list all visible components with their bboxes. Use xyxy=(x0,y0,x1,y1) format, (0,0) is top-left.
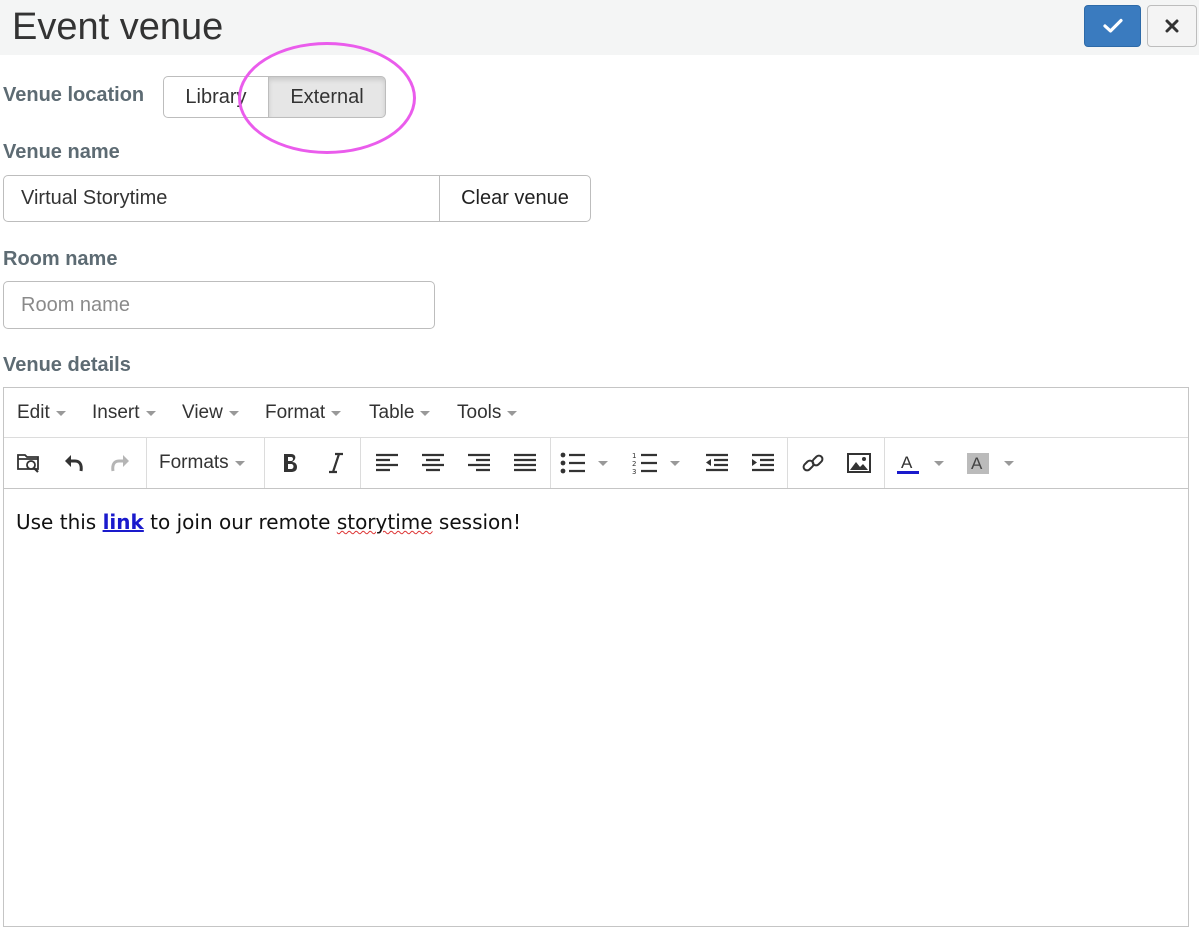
caret-down-icon xyxy=(507,410,518,416)
bullet-list-button[interactable] xyxy=(560,446,614,480)
numbered-list-button[interactable]: 1 2 3 xyxy=(632,446,686,480)
menu-view-label: View xyxy=(182,402,223,423)
check-icon xyxy=(1102,18,1123,33)
redo-button[interactable] xyxy=(105,446,135,480)
align-justify-icon xyxy=(514,453,536,472)
caret-down-icon xyxy=(234,460,245,466)
align-left-button[interactable] xyxy=(372,446,402,480)
bold-icon xyxy=(284,454,297,472)
venue-name-label: Venue name xyxy=(3,141,120,163)
align-center-button[interactable] xyxy=(418,446,448,480)
room-name-input[interactable] xyxy=(3,281,435,329)
misspelled-word: storytime xyxy=(336,510,433,534)
menu-table[interactable]: Table xyxy=(369,402,431,424)
svg-text:A: A xyxy=(971,454,983,473)
clear-venue-button[interactable]: Clear venue xyxy=(439,175,591,222)
editor-toolbar: Formats 1 2 3 A A xyxy=(4,438,1188,489)
undo-icon xyxy=(65,455,83,472)
indent-icon xyxy=(752,453,774,472)
numbered-list-icon: 1 2 3 xyxy=(632,452,657,474)
rich-text-editor: Edit Insert View Format Table Tools Form… xyxy=(3,387,1189,927)
background-color-button[interactable]: A xyxy=(966,446,1022,480)
formats-dropdown[interactable]: Formats xyxy=(159,446,254,480)
menu-edit[interactable]: Edit xyxy=(17,402,66,424)
toolbar-separator xyxy=(264,438,265,488)
toolbar-separator xyxy=(550,438,551,488)
indent-button[interactable] xyxy=(748,446,778,480)
outdent-icon xyxy=(706,453,728,472)
venue-location-label: Venue location xyxy=(3,84,145,106)
folder-search-icon xyxy=(17,454,39,473)
page-title: Event venue xyxy=(12,6,224,48)
menu-insert-label: Insert xyxy=(92,402,140,423)
venue-name-input[interactable] xyxy=(3,175,440,222)
content-link[interactable]: link xyxy=(103,510,144,534)
caret-down-icon xyxy=(331,410,342,416)
menu-insert[interactable]: Insert xyxy=(92,402,156,424)
menu-view[interactable]: View xyxy=(182,402,239,424)
save-button[interactable] xyxy=(1084,5,1141,47)
text-color-button[interactable]: A xyxy=(896,446,952,480)
caret-down-icon xyxy=(598,460,608,466)
menu-table-label: Table xyxy=(369,402,415,423)
insert-link-button[interactable] xyxy=(798,446,828,480)
caret-down-icon xyxy=(934,460,944,466)
outdent-button[interactable] xyxy=(702,446,732,480)
toolbar-separator xyxy=(146,438,147,488)
image-icon xyxy=(847,453,871,473)
caret-down-icon xyxy=(228,410,239,416)
svg-text:A: A xyxy=(901,453,913,472)
svg-text:1: 1 xyxy=(632,452,636,460)
venue-location-external-option[interactable]: External xyxy=(268,76,386,118)
toolbar-separator xyxy=(360,438,361,488)
content-text: Use this xyxy=(16,510,103,534)
formats-label: Formats xyxy=(159,452,229,473)
italic-icon xyxy=(329,452,343,474)
toolbar-separator xyxy=(884,438,885,488)
caret-down-icon xyxy=(55,410,66,416)
undo-button[interactable] xyxy=(59,446,89,480)
caret-down-icon xyxy=(145,410,156,416)
toolbar-separator xyxy=(787,438,788,488)
venue-details-label: Venue details xyxy=(3,354,131,376)
menu-tools[interactable]: Tools xyxy=(457,402,518,424)
redo-icon xyxy=(111,455,129,472)
bullet-list-icon xyxy=(560,452,585,474)
background-color-icon: A xyxy=(967,453,989,474)
editor-content[interactable]: Use this link to join our remote storyti… xyxy=(16,510,521,534)
caret-down-icon xyxy=(1004,460,1014,466)
insert-image-button[interactable] xyxy=(844,446,874,480)
close-button[interactable] xyxy=(1147,5,1197,47)
svg-text:2: 2 xyxy=(632,460,636,468)
content-text: session! xyxy=(432,510,521,534)
caret-down-icon xyxy=(420,410,431,416)
text-color-icon: A xyxy=(897,453,919,474)
link-icon xyxy=(802,454,824,472)
align-right-icon xyxy=(468,453,490,472)
menu-edit-label: Edit xyxy=(17,402,50,423)
dialog-header: Event venue xyxy=(0,0,1199,55)
menu-tools-label: Tools xyxy=(457,402,502,423)
browse-files-button[interactable] xyxy=(14,446,44,480)
align-center-icon xyxy=(422,453,444,472)
align-left-icon xyxy=(376,453,398,472)
caret-down-icon xyxy=(670,460,680,466)
italic-button[interactable] xyxy=(322,446,350,480)
editor-menubar: Edit Insert View Format Table Tools xyxy=(4,388,1188,438)
bold-button[interactable] xyxy=(276,446,304,480)
venue-location-library-option[interactable]: Library xyxy=(163,76,269,118)
align-right-button[interactable] xyxy=(464,446,494,480)
room-name-label: Room name xyxy=(3,248,118,270)
align-justify-button[interactable] xyxy=(510,446,540,480)
close-icon xyxy=(1165,19,1179,33)
svg-text:3: 3 xyxy=(632,468,636,474)
menu-format-label: Format xyxy=(265,402,326,423)
menu-format[interactable]: Format xyxy=(265,402,342,424)
content-text: to join our remote xyxy=(143,510,337,534)
